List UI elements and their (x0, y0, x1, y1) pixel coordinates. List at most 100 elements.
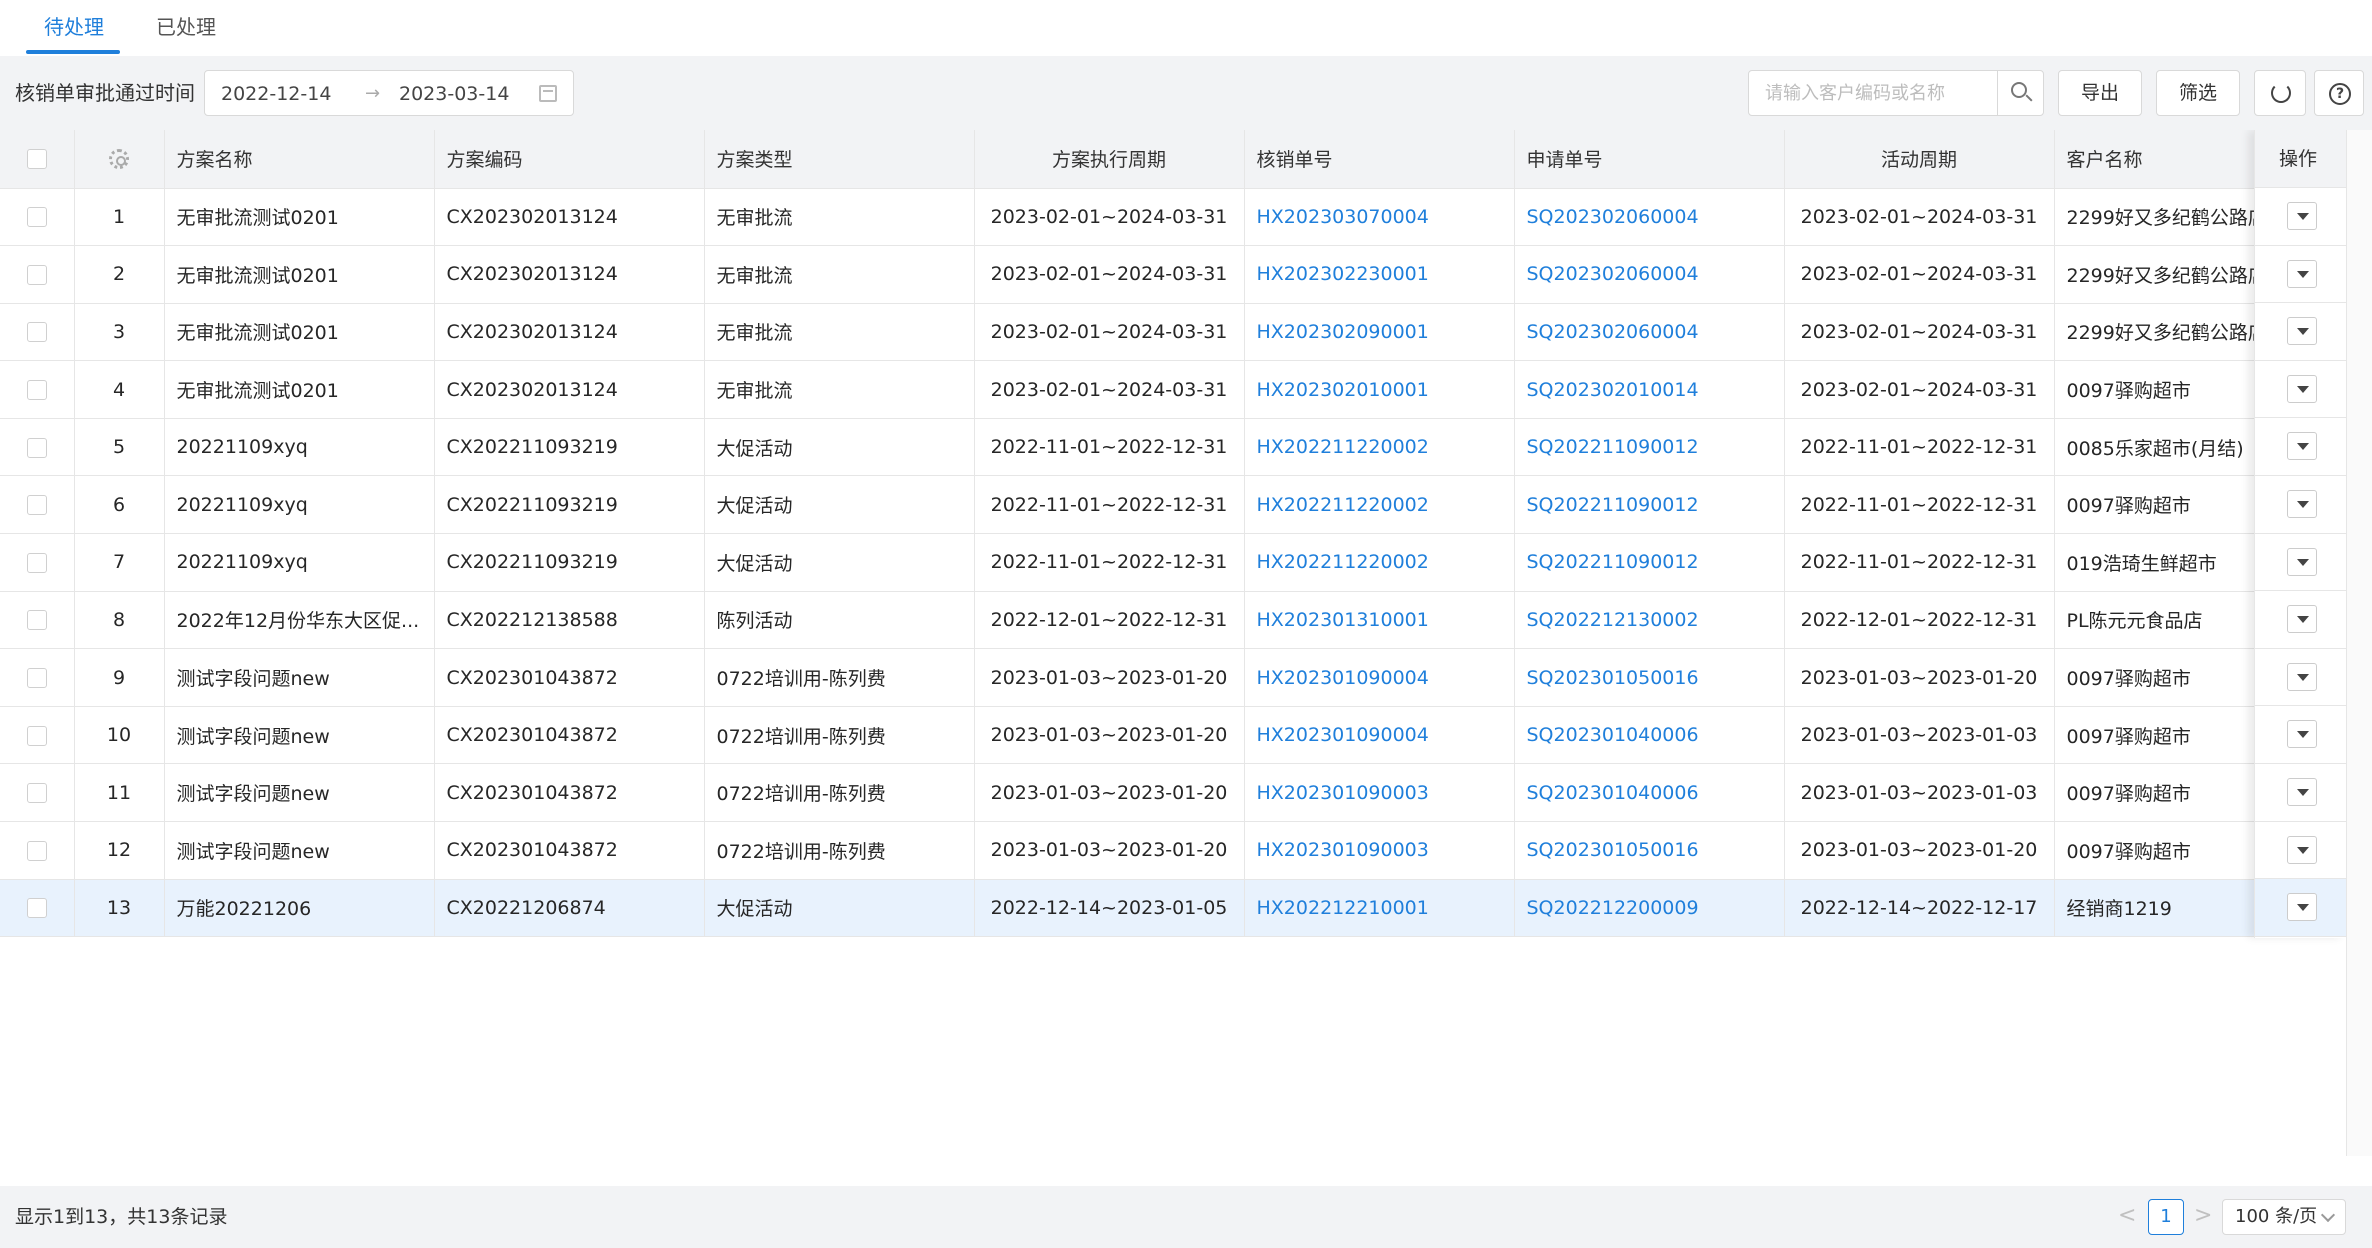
writeoff-no-link[interactable]: HX202301090004 (1257, 724, 1429, 746)
row-actions-dropdown[interactable] (2287, 202, 2317, 230)
table-row[interactable]: 1 无审批流测试0201 CX202302013124 无审批流 2023-02-01~… (0, 188, 2365, 247)
col-exec-period[interactable]: 方案执行周期 (974, 130, 1245, 189)
table-row[interactable]: 3 无审批流测试0201 CX202302013124 无审批流 2023-02-01~… (0, 303, 2365, 362)
row-select-cell[interactable] (0, 533, 75, 592)
tab-processed[interactable]: 已处理 (156, 14, 216, 40)
row-actions-dropdown[interactable] (2287, 662, 2317, 691)
row-actions-dropdown[interactable] (2287, 720, 2317, 749)
row-select-cell[interactable] (0, 706, 75, 765)
table-row[interactable]: 12 测试字段问题new CX202301043872 0722培训用-陈列费 2023… (0, 821, 2365, 880)
writeoff-no-link[interactable]: HX202302090001 (1257, 321, 1429, 343)
writeoff-no-link[interactable]: HX202301090004 (1257, 667, 1429, 689)
apply-no-link[interactable]: SQ202302060004 (1527, 206, 1699, 228)
tab-pending[interactable]: 待处理 (44, 14, 104, 40)
apply-no-link[interactable]: SQ202301050016 (1527, 839, 1699, 861)
table-row[interactable]: 11 测试字段问题new CX202301043872 0722培训用-陈列费 2023… (0, 763, 2365, 823)
col-apply-no[interactable]: 申请单号 (1514, 130, 1785, 189)
row-checkbox[interactable] (26, 552, 47, 573)
writeoff-no-link[interactable]: HX202302230001 (1257, 263, 1429, 285)
next-page-button[interactable]: > (2194, 1202, 2212, 1230)
writeoff-no-link[interactable]: HX202301310001 (1257, 609, 1429, 631)
row-checkbox[interactable] (26, 495, 47, 516)
row-checkbox[interactable] (26, 898, 47, 919)
col-plan-name[interactable]: 方案名称 (164, 130, 435, 189)
row-select-cell[interactable] (0, 360, 75, 419)
row-actions-dropdown[interactable] (2287, 317, 2317, 346)
table-row[interactable]: 5 20221109xyq CX202211093219 大促活动 2022-11-01… (0, 418, 2365, 477)
row-select-cell[interactable] (0, 418, 75, 477)
row-actions-dropdown[interactable] (2287, 374, 2317, 403)
writeoff-no-link[interactable]: HX202301090003 (1257, 782, 1429, 804)
row-select-cell[interactable] (0, 648, 75, 707)
calendar-icon[interactable] (539, 85, 557, 102)
row-actions-dropdown[interactable] (2287, 605, 2317, 634)
refresh-button[interactable] (2254, 70, 2306, 116)
row-checkbox[interactable] (26, 783, 47, 804)
writeoff-no-link[interactable]: HX202211220002 (1257, 494, 1429, 516)
col-activity-period[interactable]: 活动周期 (1784, 130, 2055, 189)
writeoff-no-link[interactable]: HX202301090003 (1257, 839, 1429, 861)
col-plan-type[interactable]: 方案类型 (704, 130, 975, 189)
apply-no-link[interactable]: SQ202302060004 (1527, 321, 1699, 343)
row-select-cell[interactable] (0, 245, 75, 304)
row-select-cell[interactable] (0, 879, 75, 938)
row-actions-dropdown[interactable] (2287, 893, 2317, 922)
apply-no-link[interactable]: SQ202302060004 (1527, 263, 1699, 285)
row-checkbox[interactable] (26, 264, 47, 285)
apply-no-link[interactable]: SQ202211090012 (1527, 494, 1699, 516)
select-all-checkbox[interactable] (26, 149, 47, 170)
apply-no-link[interactable]: SQ202211090012 (1527, 436, 1699, 458)
page-size-select[interactable]: 100 条/页 (2222, 1199, 2346, 1235)
search-input[interactable] (1749, 71, 1997, 115)
writeoff-no-link[interactable]: HX202212210001 (1257, 897, 1429, 919)
row-select-cell[interactable] (0, 591, 75, 650)
row-checkbox[interactable] (26, 610, 47, 631)
col-plan-code[interactable]: 方案编码 (434, 130, 705, 189)
filter-button[interactable]: 筛选 (2156, 70, 2240, 116)
row-actions-dropdown[interactable] (2287, 835, 2317, 864)
apply-no-link[interactable]: SQ202212200009 (1527, 897, 1699, 919)
row-select-cell[interactable] (0, 188, 75, 247)
export-button[interactable]: 导出 (2058, 70, 2142, 116)
table-row[interactable]: 9 测试字段问题new CX202301043872 0722培训用-陈列费 2023-… (0, 648, 2365, 707)
help-button[interactable]: ? (2314, 70, 2364, 116)
row-actions-dropdown[interactable] (2287, 432, 2317, 461)
table-row[interactable]: 4 无审批流测试0201 CX202302013124 无审批流 2023-02-01~… (0, 360, 2365, 419)
row-select-cell[interactable] (0, 303, 75, 362)
table-row[interactable]: 2 无审批流测试0201 CX202302013124 无审批流 2023-02-01~… (0, 245, 2365, 304)
table-row[interactable]: 7 20221109xyq CX202211093219 大促活动 2022-11-01… (0, 533, 2365, 592)
row-select-cell[interactable] (0, 763, 75, 823)
row-select-cell[interactable] (0, 821, 75, 880)
apply-no-link[interactable]: SQ202301050016 (1527, 667, 1699, 689)
column-settings-cell[interactable] (74, 130, 165, 189)
writeoff-no-link[interactable]: HX202211220002 (1257, 551, 1429, 573)
row-checkbox[interactable] (26, 322, 47, 343)
row-actions-dropdown[interactable] (2287, 547, 2317, 576)
table-row[interactable]: 10 测试字段问题new CX202301043872 0722培训用-陈列费 2023… (0, 706, 2365, 765)
table-row[interactable]: 8 2022年12月份华东大区促... CX202212138588 陈列活动 2022… (0, 591, 2365, 650)
apply-no-link[interactable]: SQ202301040006 (1527, 782, 1699, 804)
apply-no-link[interactable]: SQ202301040006 (1527, 724, 1699, 746)
row-checkbox[interactable] (26, 437, 47, 458)
writeoff-no-link[interactable]: HX202302010001 (1257, 379, 1429, 401)
end-date[interactable]: 2023-03-14 (399, 81, 509, 107)
apply-no-link[interactable]: SQ202211090012 (1527, 551, 1699, 573)
select-all-cell[interactable] (0, 130, 75, 189)
row-actions-dropdown[interactable] (2287, 259, 2317, 288)
row-checkbox[interactable] (26, 840, 47, 861)
page-number-current[interactable]: 1 (2148, 1199, 2184, 1235)
gear-icon[interactable] (109, 149, 129, 170)
row-checkbox[interactable] (26, 668, 47, 689)
search-button[interactable] (1997, 71, 2043, 115)
row-actions-dropdown[interactable] (2287, 778, 2317, 806)
prev-page-button[interactable]: < (2118, 1202, 2136, 1230)
row-checkbox[interactable] (26, 207, 47, 228)
table-row[interactable]: 13 万能20221206 CX20221206874 大促活动 2022-12-14~… (0, 879, 2365, 938)
row-select-cell[interactable] (0, 475, 75, 535)
table-row[interactable]: 6 20221109xyq CX202211093219 大促活动 2022-11-01… (0, 475, 2365, 535)
writeoff-no-link[interactable]: HX202303070004 (1257, 206, 1429, 228)
col-writeoff-no[interactable]: 核销单号 (1244, 130, 1515, 189)
row-checkbox[interactable] (26, 725, 47, 746)
date-range-picker[interactable]: 2022-12-14 → 2023-03-14 (204, 70, 574, 116)
writeoff-no-link[interactable]: HX202211220002 (1257, 436, 1429, 458)
